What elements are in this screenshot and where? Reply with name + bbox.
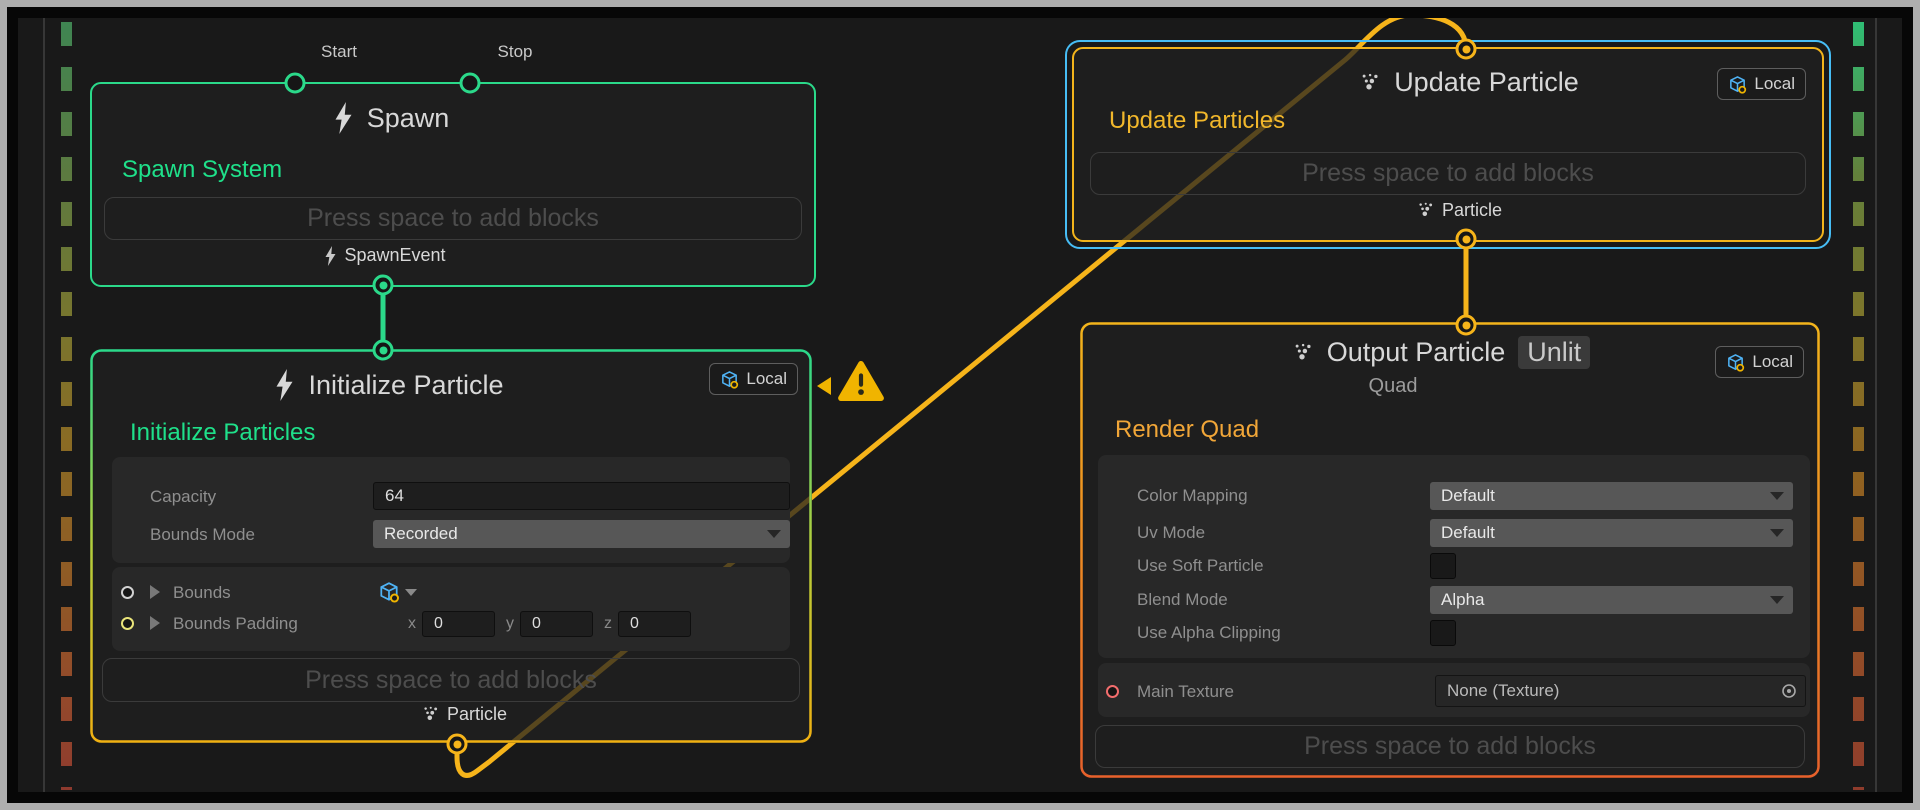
node-title: Spawn — [367, 103, 450, 134]
system-label: Update Particles — [1109, 107, 1285, 135]
initialize-input-port[interactable] — [373, 340, 394, 361]
chevron-down-icon — [1770, 596, 1784, 604]
flow-input-label-start: Start — [321, 42, 357, 62]
primitive-subtitle: Quad — [1023, 375, 1763, 398]
local-space-badge[interactable]: Local — [1715, 346, 1804, 378]
update-input-port[interactable] — [1456, 39, 1477, 60]
warning-icon[interactable] — [838, 360, 884, 402]
lightning-icon — [324, 246, 337, 266]
add-blocks-placeholder[interactable]: Press space to add blocks — [102, 658, 800, 702]
cube-local-icon — [1726, 353, 1745, 372]
setting-label-use-alpha-clipping: Use Alpha Clipping — [1137, 618, 1281, 648]
spawn-start-port[interactable] — [285, 73, 306, 94]
local-space-badge[interactable]: Local — [709, 363, 798, 395]
cube-local-icon — [720, 370, 739, 389]
lightning-icon — [274, 369, 295, 401]
use-alpha-clipping-checkbox[interactable] — [1430, 620, 1456, 646]
axis-label-x: x — [408, 611, 416, 637]
add-blocks-placeholder[interactable]: Press space to add blocks — [1090, 152, 1806, 195]
cube-space-icon[interactable] — [378, 581, 400, 603]
initialize-properties-box: Bounds Bounds Padding x y z — [112, 567, 790, 651]
object-picker-icon[interactable] — [1779, 681, 1799, 701]
color-mapping-dropdown[interactable]: Default — [1430, 482, 1793, 510]
output-title-row: Output Particle Unlit — [1072, 336, 1812, 369]
initialize-title-row: Initialize Particle — [28, 369, 750, 401]
spawn-output-port[interactable] — [373, 275, 394, 296]
setting-label-bounds-mode: Bounds Mode — [150, 520, 255, 550]
spawn-event-output-label: SpawnEvent — [24, 245, 746, 266]
system-label: Initialize Particles — [130, 419, 315, 447]
bounds-mode-dropdown[interactable]: Recorded — [373, 520, 790, 548]
particle-output-label: Particle — [1086, 200, 1834, 221]
main-texture-property-port[interactable] — [1106, 685, 1119, 698]
chevron-down-icon[interactable] — [405, 589, 417, 596]
chevron-down-icon — [1770, 529, 1784, 537]
texture-property-box: Main Texture None (Texture) — [1098, 663, 1810, 717]
particle-icon — [1294, 343, 1314, 363]
foldout-arrow-icon[interactable] — [150, 585, 160, 599]
particle-output-label: Particle — [104, 704, 826, 725]
axis-label-z: z — [604, 611, 612, 637]
setting-label-blend-mode: Blend Mode — [1137, 585, 1228, 615]
bounds-property-port[interactable] — [121, 586, 134, 599]
bounds-padding-x-input[interactable] — [422, 611, 495, 637]
particle-icon — [1418, 202, 1435, 219]
uv-mode-dropdown[interactable]: Default — [1430, 519, 1793, 547]
output-context-node[interactable]: Output Particle Unlit Local Quad Render … — [1080, 322, 1820, 778]
lightning-icon — [333, 102, 354, 134]
setting-label-uv-mode: Uv Mode — [1137, 518, 1205, 548]
initialize-output-port[interactable] — [447, 734, 468, 755]
cube-local-icon — [1728, 75, 1747, 94]
system-label: Spawn System — [122, 156, 282, 184]
output-settings-box: Color Mapping Default Uv Mode Default Us… — [1098, 455, 1810, 658]
update-context-node[interactable]: Update Particle Local Update Particles P… — [1072, 47, 1824, 242]
main-texture-object-field[interactable]: None (Texture) — [1435, 675, 1806, 707]
setting-label-use-soft-particle: Use Soft Particle — [1137, 551, 1264, 581]
use-soft-particle-checkbox[interactable] — [1430, 553, 1456, 579]
axis-label-y: y — [506, 611, 514, 637]
bounds-padding-y-input[interactable] — [520, 611, 593, 637]
particle-icon — [423, 706, 440, 723]
foldout-arrow-icon[interactable] — [150, 616, 160, 630]
property-label-bounds-padding: Bounds Padding — [173, 611, 298, 637]
node-title: Update Particle — [1394, 67, 1579, 98]
initialize-context-node[interactable]: Initialize Particle Local Initialize Par… — [90, 349, 812, 743]
bounds-padding-property-port[interactable] — [121, 617, 134, 630]
property-label-main-texture: Main Texture — [1137, 677, 1234, 707]
node-title: Output Particle — [1327, 337, 1506, 368]
vfx-graph-canvas[interactable]: Start Stop Spawn Spawn System Press spac… — [0, 0, 1920, 810]
setting-label-capacity: Capacity — [150, 482, 216, 512]
flow-input-label-stop: Stop — [498, 42, 533, 62]
shading-variant-chip[interactable]: Unlit — [1518, 336, 1590, 369]
chevron-down-icon — [1770, 492, 1784, 500]
capacity-input[interactable] — [373, 482, 790, 510]
spawn-stop-port[interactable] — [460, 73, 481, 94]
spawn-context-node[interactable]: Start Stop Spawn Spawn System Press spac… — [90, 82, 816, 287]
system-label: Render Quad — [1115, 416, 1259, 444]
initialize-settings-box: Capacity Bounds Mode Recorded — [112, 457, 790, 563]
particle-icon — [1361, 73, 1381, 93]
blend-mode-dropdown[interactable]: Alpha — [1430, 586, 1793, 614]
spawn-title-row: Spawn — [30, 102, 752, 134]
chevron-down-icon — [767, 530, 781, 538]
bounds-padding-z-input[interactable] — [618, 611, 691, 637]
update-output-port[interactable] — [1456, 229, 1477, 250]
collapse-arrow-icon[interactable] — [817, 377, 831, 395]
add-blocks-placeholder[interactable]: Press space to add blocks — [1095, 725, 1805, 768]
node-title: Initialize Particle — [308, 370, 503, 401]
add-blocks-placeholder[interactable]: Press space to add blocks — [104, 197, 802, 240]
output-input-port[interactable] — [1456, 315, 1477, 336]
setting-label-color-mapping: Color Mapping — [1137, 481, 1248, 511]
property-label-bounds: Bounds — [173, 580, 231, 606]
local-space-badge[interactable]: Local — [1717, 68, 1806, 100]
